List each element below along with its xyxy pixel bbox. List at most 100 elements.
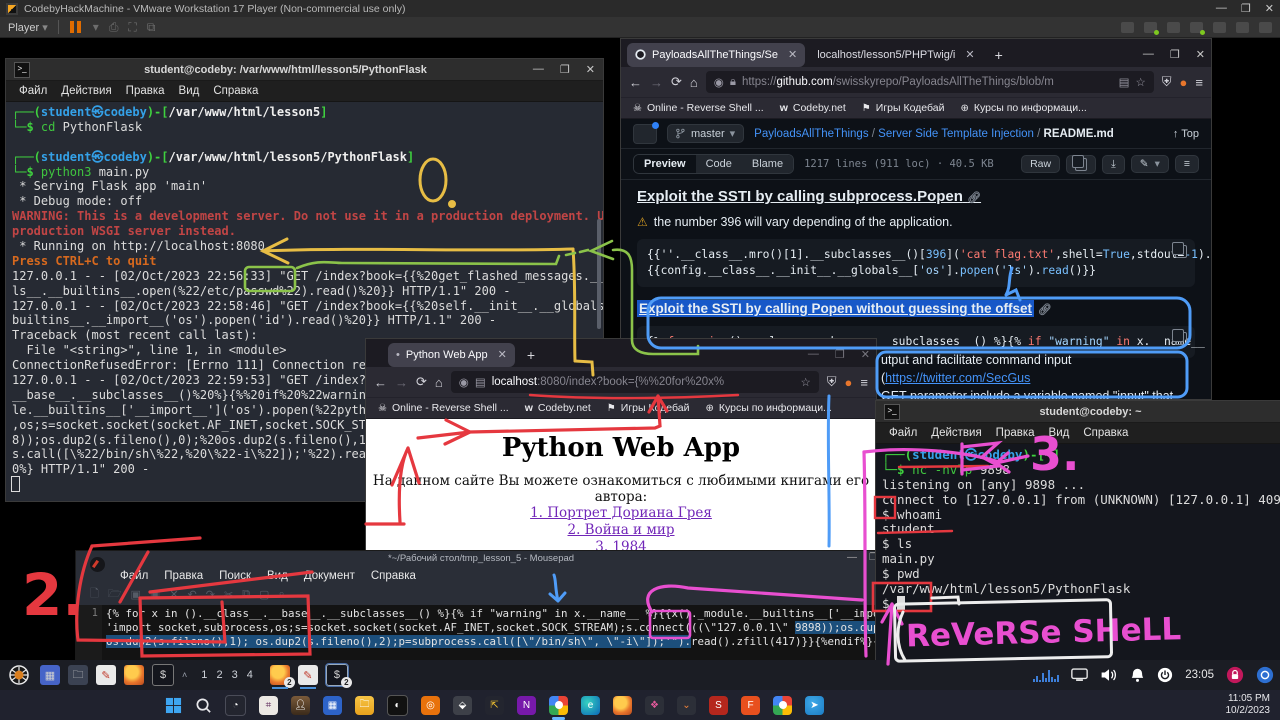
tab-close-icon[interactable]: ✕ [788,48,797,61]
save-icon[interactable]: ▣ [131,588,141,601]
bookmark-courses[interactable]: ⊕Курсы по информаци... [961,102,1087,114]
bookmark-games[interactable]: ⚑Игры Кодебай [607,402,690,414]
top-link[interactable]: ↑ Top [1173,128,1199,140]
copy-code-icon[interactable] [1175,332,1187,345]
maximize-button[interactable]: ❐ [1170,48,1180,61]
tracking-shield-icon[interactable]: ◉ [714,75,724,89]
remote-app-icon[interactable]: ⇱ [485,696,504,715]
mousepad-menu-item[interactable]: Правка [156,568,211,584]
send-ctrl-alt-del-icon[interactable]: ⎙ [109,20,119,35]
firefox-account-icon[interactable]: ● [1180,75,1188,90]
f-app-icon[interactable]: F [741,696,760,715]
undo-icon[interactable]: ↶ [188,588,197,601]
close-file-icon[interactable]: ✕ [169,588,178,601]
terminal-menu-item[interactable]: Действия [924,425,988,441]
app-menu-icon[interactable]: ≡ [860,375,868,390]
sidebar-toggle-icon[interactable] [633,124,657,144]
terminal-menu-item[interactable]: Вид [172,83,207,99]
breadcrumb-repo[interactable]: PayloadsAllTheThings [754,128,868,140]
vm-network-icon[interactable] [1144,22,1157,33]
readme-heading-subprocess-popen[interactable]: Exploit the SSTI by calling subprocess.P… [637,188,1195,205]
vm-printer-icon[interactable] [1236,22,1249,33]
anchor-link-icon[interactable]: 🔗︎ [1038,304,1052,316]
chrome-icon[interactable] [549,696,568,715]
onenote-icon[interactable]: N [517,696,536,715]
photos-app-icon[interactable]: ❖ [645,696,664,715]
minimize-button[interactable]: — [808,348,819,361]
tab-close-icon[interactable]: ✕ [498,348,507,361]
cut-icon[interactable]: ✂ [224,588,233,601]
pocket-icon[interactable]: ⛨ [1162,74,1172,90]
cpu-graph-icon[interactable] [1033,668,1059,682]
save-as-icon[interactable]: ▣ [150,588,160,601]
pause-vm-button[interactable] [69,21,83,33]
forward-button[interactable]: → [650,75,663,90]
panel-expand-icon[interactable]: ˄ [182,670,187,680]
maximize-button[interactable]: ❐ [560,63,570,76]
bookmark-courses[interactable]: ⊕Курсы по информаци... [706,402,832,414]
terminal-menu-item[interactable]: Вид [1042,425,1077,441]
reload-button[interactable]: ⟳ [671,74,682,90]
vmware-minimize-button[interactable]: — [1216,2,1227,15]
tab-preview[interactable]: Preview [634,155,696,173]
file-explorer-icon[interactable]: 🗀 [355,696,374,715]
vmware-close-button[interactable]: ✕ [1265,2,1274,15]
mousepad-running-icon[interactable]: ✎ [298,665,318,685]
editor-code[interactable]: {% for x in ().__class__.__base__.__subc… [102,605,886,663]
tab-python-web-app[interactable]: • Python Web App ✕ [388,343,515,367]
app-menu-icon[interactable]: ≡ [1195,75,1203,90]
mousepad-launcher-icon[interactable]: ✎ [96,665,116,685]
terminal-menu-item[interactable]: Правка [989,425,1042,441]
redo-icon[interactable]: ↷ [206,588,215,601]
tracking-shield-icon[interactable]: ◉ [459,375,469,389]
notification-bell-icon[interactable] [1130,667,1145,683]
terminal-menu-item[interactable]: Справка [1076,425,1135,441]
bookmark-games[interactable]: ⚑Игры Кодебай [862,102,945,114]
minimize-button[interactable]: — [847,552,857,563]
player-menu[interactable]: Player ▾ [8,21,48,34]
mousepad-titlebar[interactable]: *~/Рабочий стол/tmp_lesson_5 - Mousepad … [76,551,886,566]
screen-lock-icon[interactable] [1226,666,1244,684]
book-link-2[interactable]: 2. Война и мир [366,522,876,539]
terminal-running-icon[interactable]: $2 [326,664,348,686]
tab-close-icon[interactable]: ✕ [965,48,974,61]
close-button[interactable]: ✕ [586,63,595,76]
terminal-output[interactable]: ┌──(student㉿codeby)-[~]└─$ nc -nvlp 9898… [876,444,1280,614]
raw-button[interactable]: Raw [1021,155,1060,173]
show-desktop-icon[interactable]: ▦ [40,665,60,685]
speedtest-icon[interactable]: ◔ [225,695,246,716]
back-button[interactable]: ← [374,375,387,390]
bookmark-codeby[interactable]: wCodeby.net [525,402,591,414]
terminal-launcher-icon[interactable]: $ [152,664,174,686]
edit-button[interactable]: ✎ ▾ [1131,155,1169,173]
home-button[interactable]: ⌂ [435,375,443,390]
minimize-button[interactable]: — [533,63,544,76]
anchor-link-icon[interactable]: 🔗︎ [967,192,981,204]
camera-app-icon[interactable]: ◐ [387,695,408,716]
firefox-account-icon[interactable]: ● [845,375,853,390]
vm-hdd-icon[interactable] [1121,22,1134,33]
readme-heading-popen-offset[interactable]: Exploit the SSTI by calling Popen withou… [637,301,1195,316]
calendar-icon[interactable]: ▦ [323,696,342,715]
chrome-profile-icon[interactable] [773,696,792,715]
pause-dropdown[interactable]: ▾ [93,20,99,34]
back-button[interactable]: ← [629,75,642,90]
url-bar[interactable]: ◉ ▤ localhost:8080/index?book={%%20for%2… [451,371,819,393]
carrot-app-icon[interactable]: ⌄ [677,696,696,715]
reader-mode-icon[interactable]: ▤ [1119,75,1130,89]
forward-button[interactable]: → [395,375,408,390]
vmware-maximize-button[interactable]: ❐ [1241,2,1251,15]
paste-icon[interactable]: ▢ [259,588,269,601]
terminal-menu-item[interactable]: Действия [54,83,118,99]
power-manager-icon[interactable] [1157,667,1173,683]
terminal-menu-item[interactable]: Правка [119,83,172,99]
tab-localhost-phptwig[interactable]: localhost/lesson5/PHPTwig/i ✕ [809,43,982,67]
mousepad-menu-item[interactable]: Вид [259,568,296,584]
minimize-button[interactable]: — [1143,48,1154,61]
new-tab-button[interactable]: + [519,347,543,363]
open-icon[interactable]: 🗁 [108,585,122,604]
copy-raw-button[interactable] [1066,155,1096,174]
display-tray-icon[interactable] [1071,668,1088,682]
twitter-link[interactable]: https://twitter.com/SecGus [885,371,1030,385]
close-button[interactable]: ✕ [861,348,870,361]
